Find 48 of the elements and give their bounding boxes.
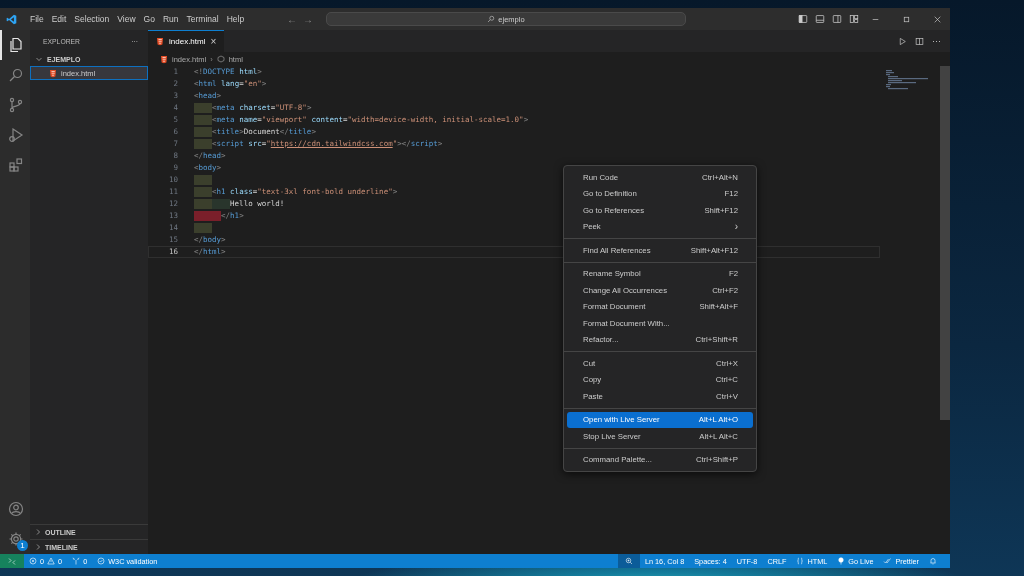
- maximize-icon[interactable]: [902, 14, 911, 24]
- close-icon[interactable]: [933, 14, 942, 24]
- menu-item[interactable]: Edit: [47, 14, 71, 24]
- split-editor-icon[interactable]: [915, 36, 924, 46]
- sidebar-toggle-icon[interactable]: [798, 14, 808, 24]
- zoom-icon: [624, 557, 633, 565]
- panel-toggle-icon[interactable]: [815, 14, 825, 24]
- search-icon[interactable]: [8, 67, 24, 83]
- remote-icon: [8, 557, 16, 565]
- menu-item[interactable]: View: [113, 14, 140, 24]
- search-icon: [487, 15, 496, 23]
- run-icon[interactable]: [898, 36, 907, 46]
- close-tab-button[interactable]: ×: [210, 36, 217, 47]
- double-check-icon: [883, 557, 893, 565]
- extensions-icon[interactable]: [8, 157, 24, 173]
- error-icon: [29, 557, 37, 565]
- back-button[interactable]: ←: [284, 13, 300, 25]
- menu-item[interactable]: Help: [222, 14, 249, 24]
- warning-icon: [47, 557, 56, 565]
- scrollbar[interactable]: [940, 66, 950, 420]
- menu-item[interactable]: Go: [139, 14, 159, 24]
- menu-item[interactable]: File: [26, 14, 48, 24]
- radio-tower-icon: [72, 557, 81, 565]
- source-control-icon[interactable]: [8, 97, 24, 113]
- zoom-button[interactable]: [617, 554, 640, 568]
- braces-icon: [796, 557, 805, 565]
- chevron-down-icon: [35, 55, 43, 63]
- html-file-icon: [160, 54, 168, 64]
- html-file-icon: [156, 37, 164, 46]
- broadcast-icon: [837, 557, 846, 565]
- more-actions-button[interactable]: ···: [932, 36, 941, 46]
- menu-item[interactable]: Selection: [70, 14, 114, 24]
- editor-tab[interactable]: index.html ×: [148, 30, 225, 52]
- app-logo: [6, 13, 17, 25]
- run-debug-icon[interactable]: [8, 127, 24, 143]
- bell-icon: [929, 557, 937, 565]
- forward-button[interactable]: →: [300, 13, 316, 25]
- settings-icon[interactable]: [8, 531, 24, 547]
- layout-icon[interactable]: [849, 14, 859, 24]
- files-icon[interactable]: [8, 37, 24, 53]
- element-icon: [216, 55, 225, 63]
- check-circle-icon: [97, 557, 106, 565]
- account-icon[interactable]: [8, 501, 24, 517]
- menu-item[interactable]: Terminal: [182, 14, 223, 24]
- secondary-sidebar-icon[interactable]: [832, 14, 842, 24]
- html-file-icon: [49, 68, 57, 78]
- notification-badge: 1: [17, 540, 28, 551]
- menu-item[interactable]: Run: [158, 14, 183, 24]
